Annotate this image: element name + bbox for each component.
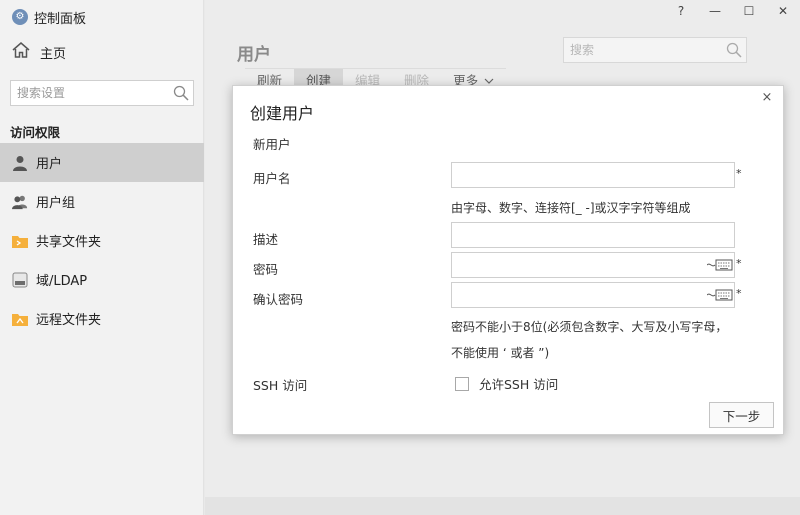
sidebar-item-label: 用户组 — [36, 196, 76, 211]
maximize-button[interactable]: ☐ — [732, 0, 766, 22]
description-input[interactable] — [452, 223, 734, 247]
close-window-button[interactable]: ✕ — [766, 0, 800, 22]
shared-folder-icon — [12, 233, 28, 249]
sidebar-item-domain-ldap[interactable]: 域/LDAP — [0, 260, 204, 299]
app-title-text: 控制面板 — [34, 11, 87, 27]
settings-search-input[interactable] — [11, 81, 169, 105]
username-hint: 由字母、数字、连接符[_ -]或汉字字符等组成 — [451, 201, 691, 215]
minimize-button[interactable]: — — [698, 0, 732, 22]
window-controls: ? — ☐ ✕ — [664, 0, 800, 22]
control-panel-icon: ⚙ — [12, 9, 28, 25]
remote-folder-icon — [12, 311, 28, 327]
required-mark: * — [736, 257, 742, 270]
username-field[interactable] — [451, 162, 735, 188]
ssh-checkbox[interactable] — [455, 376, 469, 391]
sidebar-item-label: 共享文件夹 — [36, 235, 102, 250]
dialog-title: 创建用户 — [250, 104, 315, 123]
home-label: 主页 — [40, 46, 67, 62]
password-label: 密码 — [253, 262, 279, 277]
ssh-checkbox-label: 允许SSH 访问 — [479, 377, 559, 392]
password-hint-line1: 密码不能小于8位(必须包含数字、大写及小写字母， — [451, 320, 728, 334]
password-hint-line2: 不能使用 ‘ 或者 ”) — [451, 346, 550, 360]
next-button[interactable]: 下一步 — [709, 402, 774, 428]
page-title: 用户 — [237, 45, 271, 65]
sidebar-item-remote-folders[interactable]: 远程文件夹 — [0, 299, 204, 338]
password-field[interactable] — [451, 252, 735, 278]
sidebar-item-user-groups[interactable]: 用户组 — [0, 182, 204, 221]
required-mark: * — [736, 167, 742, 180]
sidebar-item-users[interactable]: 用户 — [0, 143, 204, 182]
search-icon[interactable] — [722, 38, 746, 62]
virtual-keyboard-icon[interactable] — [706, 283, 734, 307]
confirm-password-label: 确认密码 — [253, 292, 304, 307]
app-title: ⚙ 控制面板 — [12, 6, 86, 28]
sidebar-home[interactable]: 主页 — [12, 40, 66, 64]
help-button[interactable]: ? — [664, 0, 698, 22]
search-icon[interactable] — [169, 81, 193, 105]
username-label: 用户名 — [253, 171, 291, 186]
sidebar-item-label: 用户 — [36, 157, 63, 172]
create-user-dialog: × 创建用户 新用户 用户名 * 由字母、数字、连接符[_ -]或汉字字符等组成… — [232, 85, 784, 435]
username-input[interactable] — [452, 163, 734, 187]
user-icon — [12, 155, 28, 171]
sidebar: ⚙ 控制面板 主页 访问权限 用户 用户组 — [0, 0, 204, 515]
ldap-icon — [12, 272, 28, 288]
ssh-checkbox-row[interactable]: 允许SSH 访问 — [455, 374, 558, 393]
home-icon — [12, 42, 30, 62]
virtual-keyboard-icon[interactable] — [706, 253, 734, 277]
dialog-subtitle: 新用户 — [253, 137, 291, 152]
sidebar-item-label: 远程文件夹 — [36, 313, 102, 328]
description-label: 描述 — [253, 232, 279, 247]
sidebar-item-label: 域/LDAP — [36, 274, 88, 289]
close-dialog-icon[interactable]: × — [759, 88, 775, 106]
description-field[interactable] — [451, 222, 735, 248]
user-group-icon — [12, 194, 28, 210]
confirm-password-field[interactable] — [451, 282, 735, 308]
user-search[interactable] — [563, 37, 747, 63]
settings-search[interactable] — [10, 80, 194, 106]
sidebar-nav: 用户 用户组 共享文件夹 域/LDAP 远程文件夹 — [0, 143, 204, 338]
confirm-password-input[interactable] — [452, 283, 706, 307]
user-search-input[interactable] — [564, 38, 722, 62]
sidebar-item-shared-folders[interactable]: 共享文件夹 — [0, 221, 204, 260]
bottom-bar — [205, 497, 800, 515]
required-mark: * — [736, 287, 742, 300]
section-title-access: 访问权限 — [10, 125, 61, 140]
ssh-label: SSH 访问 — [253, 378, 308, 393]
password-input[interactable] — [452, 253, 706, 277]
